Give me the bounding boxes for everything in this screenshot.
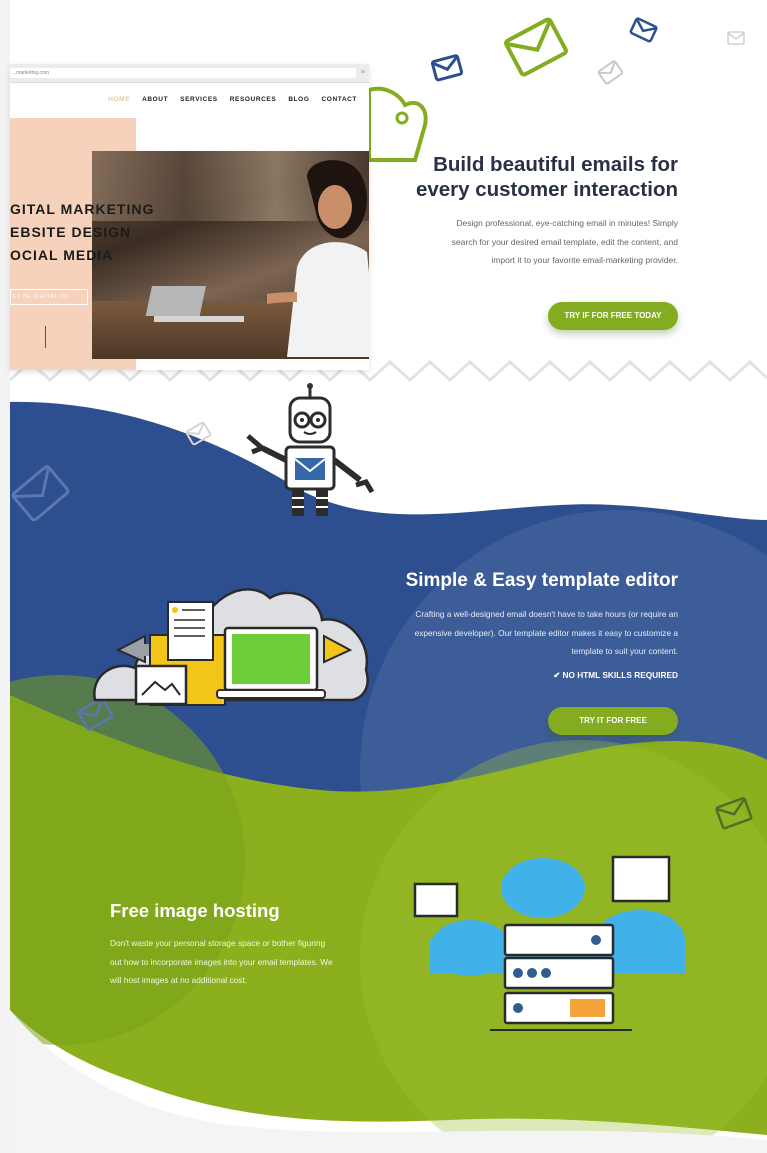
- envelope-icon: [430, 54, 464, 82]
- mockup-browser-bar: ...marketing.com ≡: [10, 64, 369, 83]
- editor-title: Simple & Easy template editor: [405, 570, 678, 591]
- mockup-nav-home: HOME: [108, 96, 131, 103]
- frog-envelope-icon: [367, 86, 428, 162]
- woman-figure: [267, 160, 369, 357]
- hosting-description: Don't waste your personal storage space …: [110, 934, 360, 990]
- hosting-text-line: Don't waste your personal storage space …: [110, 938, 326, 948]
- hosting-text-line: will host images at no additional cost.: [110, 975, 247, 985]
- hero-text-line: import it to your favorite email-marketi…: [491, 255, 678, 265]
- hero-text-line: search for your desired email template, …: [451, 236, 678, 247]
- hero-title: Build beautiful emails for every custome…: [358, 152, 678, 202]
- feature-label: NO HTML SKILLS REQUIRED: [562, 670, 678, 680]
- mockup-headline: GITAL MARKETING EBSITE DESIGN OCIAL MEDI…: [10, 198, 154, 267]
- mockup-nav-services: SERVICES: [180, 96, 218, 103]
- mockup-nav: HOME ABOUT SERVICES RESOURCES BLOG CONTA…: [108, 96, 357, 103]
- landing-page: ...marketing.com ≡ HOME ABOUT SERVICES R…: [0, 0, 767, 1153]
- editor-text-line: expensive developer). Our template edito…: [414, 627, 678, 638]
- laptop-figure: [145, 286, 244, 322]
- editor-description: Crafting a well-designed email doesn't h…: [378, 605, 678, 661]
- hamburger-icon: ≡: [360, 69, 365, 76]
- website-mockup: ...marketing.com ≡ HOME ABOUT SERVICES R…: [10, 64, 369, 370]
- try-free-today-button[interactable]: TRY IF FOR FREE TODAY: [548, 302, 678, 330]
- envelope-icon: [504, 17, 568, 77]
- check-icon: ✔: [553, 670, 561, 680]
- editor-text-line: Crafting a well-designed email doesn't h…: [415, 609, 678, 619]
- envelope-icon: [597, 60, 624, 85]
- mockup-nav-resources: RESOURCES: [229, 96, 277, 103]
- try-it-free-button[interactable]: TRY IT FOR FREE: [548, 707, 678, 735]
- envelope-icon: [629, 17, 658, 43]
- editor-text-line: template to suit your content.: [571, 646, 678, 656]
- hero-title-line: every customer interaction: [415, 178, 678, 201]
- mockup-scroll-arrow: [45, 326, 46, 348]
- hosting-title: Free image hosting: [110, 900, 280, 921]
- mockup-nav-about: ABOUT: [142, 96, 169, 103]
- hosting-text-line: out how to incorporate images into your …: [110, 956, 333, 967]
- left-edge-strip: [0, 0, 10, 1153]
- mockup-cta-button: ET BE DIGITAL CO.: [10, 289, 88, 305]
- hero-title-line: Build beautiful emails for: [433, 153, 678, 176]
- envelope-icon: [727, 31, 745, 45]
- mockup-headline-line: OCIAL MEDIA: [10, 247, 114, 263]
- mockup-nav-contact: CONTACT: [321, 96, 357, 103]
- hero-description: Design professional, eye-catching email …: [388, 214, 678, 270]
- mockup-headline-line: GITAL MARKETING: [10, 201, 155, 217]
- mockup-nav-blog: BLOG: [288, 96, 310, 103]
- hero-text-line: Design professional, eye-catching email …: [456, 218, 678, 228]
- feature-no-html: ✔ NO HTML SKILLS REQUIRED: [553, 670, 678, 680]
- mockup-headline-line: EBSITE DESIGN: [10, 224, 132, 240]
- mockup-url-field: ...marketing.com: [10, 68, 356, 78]
